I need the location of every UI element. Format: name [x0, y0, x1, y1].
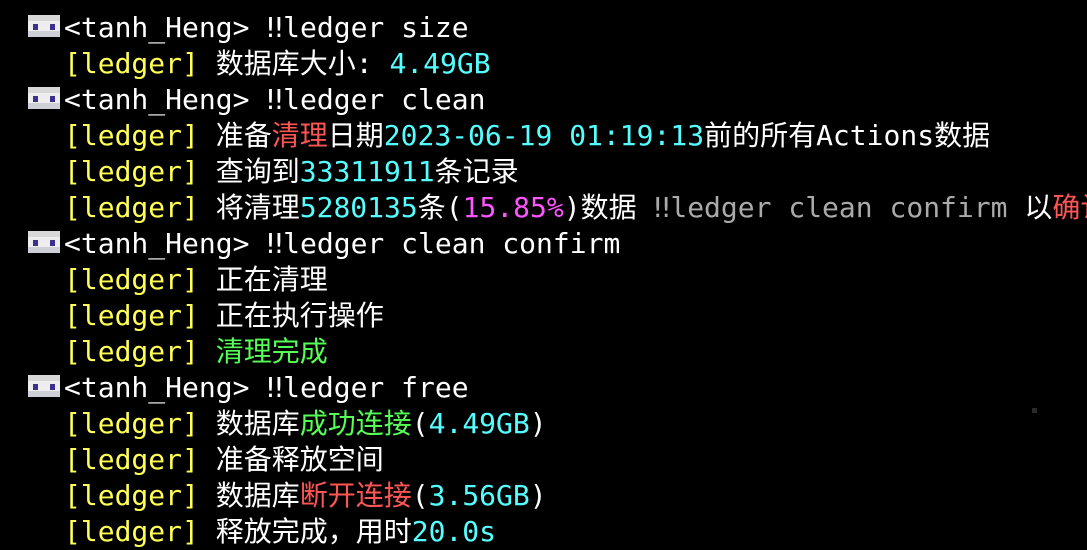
- chat-text-segment: 正在执行操作: [215, 299, 384, 332]
- chat-text-segment: 以: [1024, 191, 1053, 224]
- ledger-message-line: [ledger] 数据库断开连接(3.56GB): [0, 478, 1087, 514]
- ledger-message-line: [ledger] 正在执行操作: [0, 298, 1087, 334]
- chat-text-segment: 断开连接: [299, 479, 412, 512]
- ledger-message-line: [ledger] 准备释放空间: [0, 442, 1087, 478]
- chat-text-segment: 准备: [215, 119, 272, 152]
- ledger-message-line: [ledger] 正在清理: [0, 262, 1087, 298]
- chat-text-segment: 日期: [327, 119, 384, 152]
- chat-text-segment: 条(: [417, 191, 463, 224]
- chat-log: <tanh_Heng> ‼ledger size [ledger] 数据库大小: …: [0, 10, 1087, 550]
- chat-text-segment: ): [529, 479, 547, 512]
- chat-text-segment: [ledger]: [64, 335, 216, 368]
- chat-text-segment: 数据库: [215, 407, 300, 440]
- chat-text-segment: 15.85%: [462, 191, 564, 224]
- chat-text-segment: [ledger]: [64, 263, 216, 296]
- chat-text-segment: [ledger]: [64, 479, 216, 512]
- chat-text-segment: 33311911: [299, 155, 435, 188]
- player-chat-line: <tanh_Heng> ‼ledger clean: [0, 82, 1087, 118]
- chat-text-segment: 释放完成，用时: [215, 515, 412, 548]
- ledger-message-line: [ledger] 数据库大小: 4.49GB: [0, 46, 1087, 82]
- chat-text-segment: [ledger]: [64, 515, 216, 548]
- chat-text-segment: )数据: [563, 191, 654, 224]
- chat-text-segment: <tanh_Heng> ‼ledger clean: [64, 83, 486, 116]
- chat-text-segment: 将清理: [215, 191, 300, 224]
- chat-text-segment: 5280135: [299, 191, 418, 224]
- player-chat-line: <tanh_Heng> ‼ledger size: [0, 10, 1087, 46]
- chat-text-segment: 条记录: [434, 155, 519, 188]
- chat-text-segment: 数据库大小:: [215, 47, 390, 80]
- chat-text-segment: <tanh_Heng> ‼ledger clean confirm: [64, 227, 621, 260]
- chat-text-segment: 4.49GB: [389, 47, 491, 80]
- stray-pixel: [1032, 408, 1037, 413]
- chat-text-segment: [ledger]: [64, 119, 216, 152]
- player-chat-line: <tanh_Heng> ‼ledger free: [0, 370, 1087, 406]
- chat-text-segment: 数据库: [215, 479, 300, 512]
- chat-text-segment: 清理: [271, 119, 328, 152]
- chat-text-segment: (: [411, 479, 429, 512]
- chat-text-segment: [ledger]: [64, 299, 216, 332]
- chat-text-segment: 3.56GB: [428, 479, 530, 512]
- chat-text-segment: 清理完成: [215, 335, 328, 368]
- chat-text-segment: [ledger]: [64, 191, 216, 224]
- ledger-message-line: [ledger] 数据库成功连接(4.49GB): [0, 406, 1087, 442]
- chat-text-segment: ): [529, 407, 547, 440]
- chat-text-segment: [ledger]: [64, 407, 216, 440]
- ledger-message-line: [ledger] 准备清理日期2023-06-19 01:19:13前的所有Ac…: [0, 118, 1087, 154]
- player-head-icon: [28, 87, 60, 109]
- chat-text-segment: 2023-06-19 01:19:13: [383, 119, 705, 152]
- chat-text-segment: <tanh_Heng> ‼ledger size: [64, 11, 469, 44]
- chat-text-segment: 成功连接: [299, 407, 412, 440]
- chat-text-segment: [ledger]: [64, 47, 216, 80]
- chat-text-segment: ‼ledger clean confirm: [653, 191, 1025, 224]
- player-head-icon: [28, 15, 60, 37]
- chat-text-segment: 准备释放空间: [215, 443, 384, 476]
- chat-text-segment: (: [411, 407, 429, 440]
- ledger-message-line: [ledger] 查询到33311911条记录: [0, 154, 1087, 190]
- chat-text-segment: 查询到: [215, 155, 300, 188]
- chat-text-segment: 前的所有Actions数据: [704, 119, 991, 152]
- player-head-icon: [28, 231, 60, 253]
- chat-text-segment: [ledger]: [64, 443, 216, 476]
- chat-text-segment: [ledger]: [64, 155, 216, 188]
- ledger-message-line: [ledger] 将清理5280135条(15.85%)数据 ‼ledger c…: [0, 190, 1087, 226]
- player-head-icon: [28, 375, 60, 397]
- chat-text-segment: 确认: [1052, 191, 1087, 224]
- chat-text-segment: 正在清理: [215, 263, 328, 296]
- chat-text-segment: 20.0s: [411, 515, 497, 548]
- chat-text-segment: 4.49GB: [428, 407, 530, 440]
- ledger-message-line: [ledger] 清理完成: [0, 334, 1087, 370]
- chat-text-segment: <tanh_Heng> ‼ledger free: [64, 371, 469, 404]
- ledger-message-line: [ledger] 释放完成，用时20.0s: [0, 514, 1087, 550]
- player-chat-line: <tanh_Heng> ‼ledger clean confirm: [0, 226, 1087, 262]
